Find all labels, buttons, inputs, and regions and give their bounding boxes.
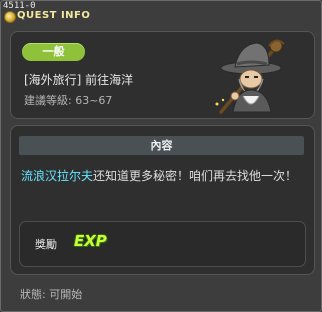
quest-title: [海外旅行] 前往海洋	[24, 73, 134, 87]
reward-label: 獎勵	[35, 238, 57, 251]
npc-name-link: 流浪汉拉尔夫	[21, 169, 94, 183]
npc-portrait-icon	[215, 39, 285, 114]
content-header: 內容	[19, 136, 304, 155]
quest-status: 狀態: 可開始	[20, 288, 83, 301]
reward-box: 獎勵 EXP	[19, 221, 306, 267]
quest-coin-icon	[4, 11, 16, 23]
quest-info-window: 4511-0 QUEST INFO 一般 [海外旅行] 前往海洋 建議等級: 6…	[0, 0, 322, 312]
content-body: 还知道更多秘密！咱们再去找他一次！	[93, 169, 298, 183]
exp-icon: EXP	[74, 232, 107, 250]
quest-level-requirement: 建議等級: 63~67	[24, 94, 113, 107]
category-badge: 一般	[22, 43, 85, 61]
quest-header-panel: 一般 [海外旅行] 前往海洋 建議等級: 63~67	[10, 31, 315, 119]
quest-content-panel: 內容 流浪汉拉尔夫还知道更多秘密！咱们再去找他一次！ 獎勵 EXP	[10, 125, 315, 275]
window-title: QUEST INFO	[17, 10, 91, 21]
title-bar[interactable]: QUEST INFO	[1, 10, 321, 24]
content-text: 流浪汉拉尔夫还知道更多秘密！咱们再去找他一次！	[21, 167, 306, 186]
